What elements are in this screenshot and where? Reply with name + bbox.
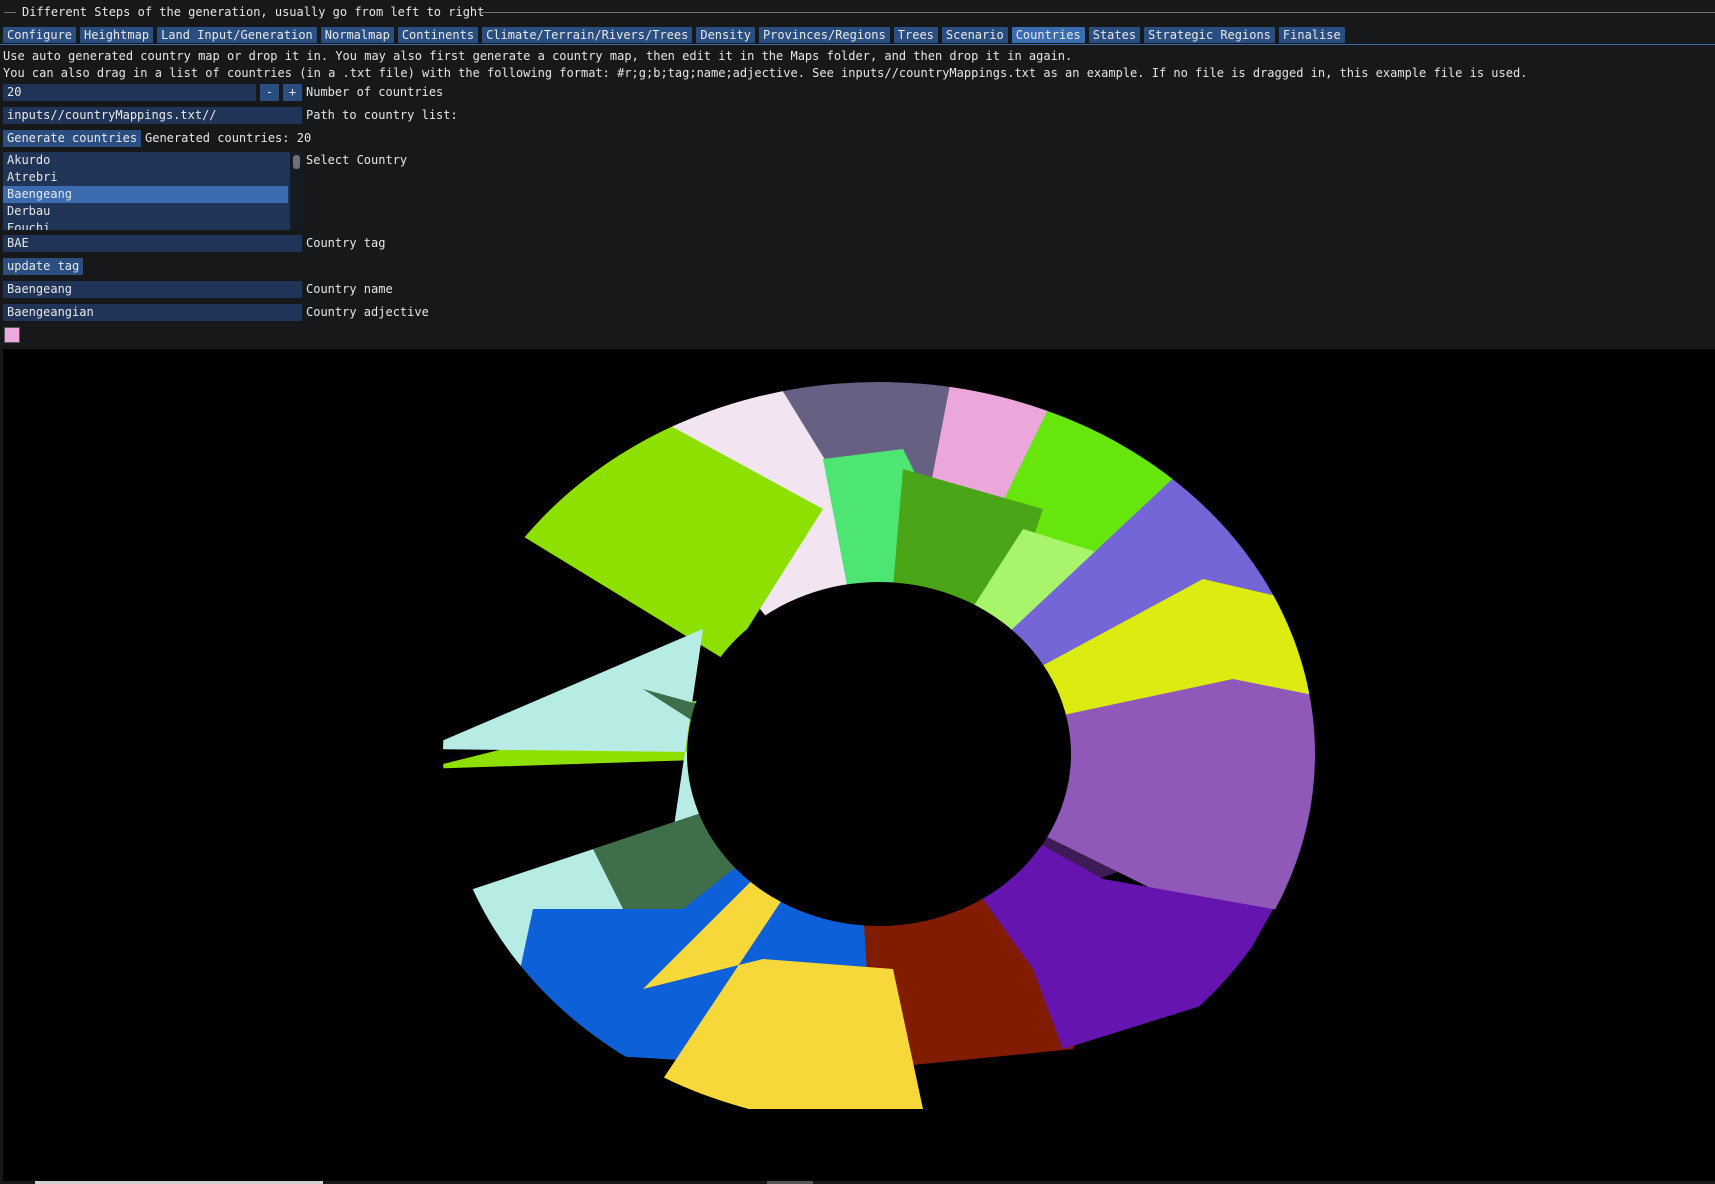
tab-countries[interactable]: Countries xyxy=(1011,27,1085,43)
tab-continents[interactable]: Continents xyxy=(397,27,479,43)
generated-countries-status: Generated countries: 20 xyxy=(145,131,312,145)
country-color-swatch[interactable] xyxy=(4,327,20,343)
country-list-item[interactable]: Derbau xyxy=(3,203,302,220)
tab-strategic-regions[interactable]: Strategic Regions xyxy=(1144,27,1275,43)
steps-header-title: Different Steps of the generation, usual… xyxy=(22,5,485,19)
tab-finalise[interactable]: Finalise xyxy=(1278,27,1345,43)
steps-group-header: Different Steps of the generation, usual… xyxy=(4,5,1715,19)
tab-states[interactable]: States xyxy=(1088,27,1141,43)
update-tag-button[interactable]: update tag xyxy=(3,258,84,275)
country-adjective-input[interactable]: Baengeangian xyxy=(3,304,302,321)
country-list-item[interactable]: Atrebri xyxy=(3,169,302,186)
tab-provinces-regions[interactable]: Provinces/Regions xyxy=(758,27,890,43)
country-list-item[interactable]: Eouchi xyxy=(3,220,302,230)
country-list-path-input[interactable]: inputs//countryMappings.txt// xyxy=(3,107,302,124)
country-map-svg xyxy=(413,359,1333,1109)
tab-land-input-generation[interactable]: Land Input/Generation xyxy=(157,27,317,43)
country-list-item[interactable]: Akurdo xyxy=(3,152,302,169)
tab-bar-underline xyxy=(0,44,1715,45)
header-rule-left xyxy=(4,12,16,13)
generate-countries-button[interactable]: Generate countries xyxy=(3,130,142,147)
tab-normalmap[interactable]: Normalmap xyxy=(320,27,394,43)
country-list-scroll-grab[interactable] xyxy=(293,155,300,169)
select-country-label: Select Country xyxy=(306,153,408,167)
number-of-countries-input[interactable]: 20 xyxy=(3,84,256,101)
increment-button[interactable]: + xyxy=(283,84,302,101)
tab-heightmap[interactable]: Heightmap xyxy=(80,27,154,43)
country-regions xyxy=(413,359,1333,1109)
country-list-item[interactable]: Baengeang xyxy=(3,186,288,203)
number-of-countries-label: Number of countries xyxy=(306,85,444,99)
info-text-line-2: You can also drag in a list of countries… xyxy=(3,66,1528,80)
country-list-path-label: Path to country list: xyxy=(306,108,458,122)
country-select-list[interactable]: Akurdo Atrebri Baengeang Derbau Eouchi xyxy=(3,152,302,230)
country-list-scrollbar[interactable] xyxy=(290,152,302,230)
info-text-line-1: Use auto generated country map or drop i… xyxy=(3,49,1073,63)
tab-trees[interactable]: Trees xyxy=(893,27,938,43)
country-tag-label: Country tag xyxy=(306,236,386,250)
country-map-image xyxy=(3,349,1715,1181)
header-rule-right xyxy=(480,12,1715,13)
tab-climate-terrain-rivers-trees[interactable]: Climate/Terrain/Rivers/Trees xyxy=(482,27,693,43)
tab-scenario[interactable]: Scenario xyxy=(941,27,1008,43)
decrement-button[interactable]: - xyxy=(260,84,279,101)
steps-tab-bar: Configure Heightmap Land Input/Generation N… xyxy=(3,27,1345,45)
tab-density[interactable]: Density xyxy=(696,27,755,43)
country-tag-input[interactable]: BAE xyxy=(3,235,302,252)
country-adjective-label: Country adjective xyxy=(306,305,429,319)
country-name-input[interactable]: Baengeang xyxy=(3,281,302,298)
country-name-label: Country name xyxy=(306,282,393,296)
tab-configure[interactable]: Configure xyxy=(3,27,77,43)
country-list-items: Akurdo Atrebri Baengeang Derbau Eouchi xyxy=(3,152,302,230)
